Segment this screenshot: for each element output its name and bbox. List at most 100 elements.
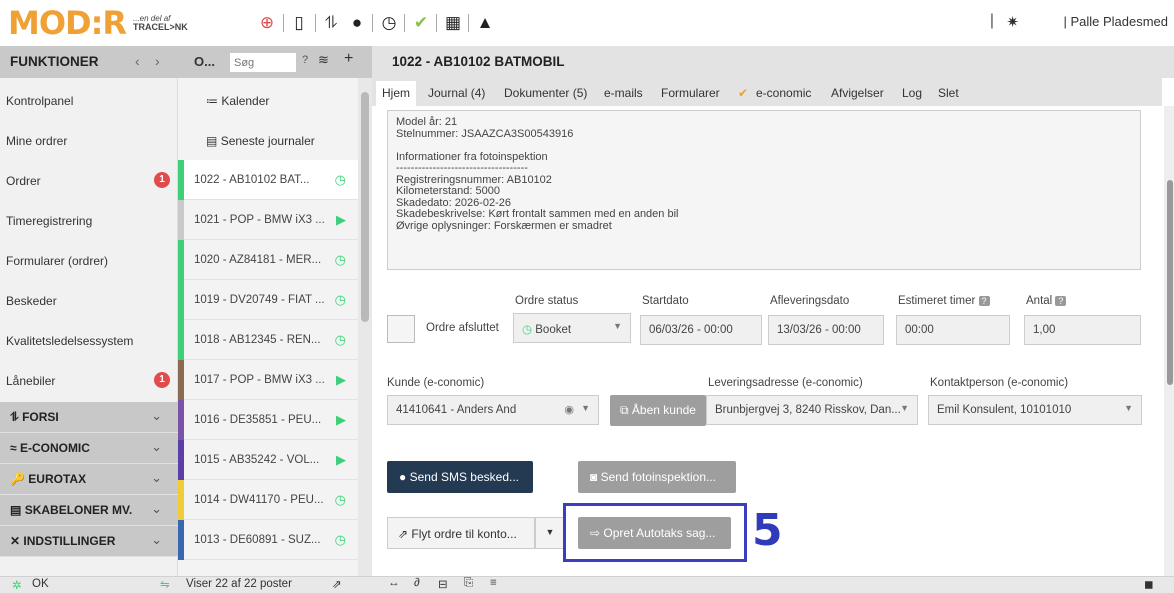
forsi-icon[interactable]: ⥮ (320, 12, 342, 34)
tab-formularer[interactable]: Formularer (661, 86, 720, 100)
gear-icon[interactable]: ✷ (1006, 13, 1019, 31)
order-row[interactable]: 1017 - POP - BMW iX3 ... ▶ (178, 360, 358, 400)
lifebuoy-icon[interactable]: ⊕ (256, 12, 278, 34)
sidebar-item-kvalitet[interactable]: Kvalitetsledelsessystem (0, 320, 178, 360)
estimated-hours-field[interactable]: 00:00 (896, 315, 1010, 345)
warning-icon[interactable]: ▲ (474, 12, 496, 34)
order-row[interactable]: 1020 - AZ84181 - MER... ◷ (178, 240, 358, 280)
keyboard-icon[interactable]: ▦ (442, 12, 464, 34)
sort-icon[interactable]: ⇋ (160, 577, 170, 591)
pdf-icon[interactable]: ⎘ (464, 577, 473, 590)
divider (283, 14, 284, 32)
menu-icon[interactable]: ≡ (490, 577, 497, 589)
layers-icon[interactable]: ≋ (318, 52, 329, 68)
clock-icon: ◷ (334, 292, 346, 307)
sidebar-item-kontrolpanel[interactable]: Kontrolpanel (0, 80, 178, 120)
chevron-down-icon: ⌄ (151, 532, 162, 547)
help-icon[interactable]: ? (1055, 296, 1067, 306)
phone-icon[interactable]: ▯ (288, 12, 310, 34)
sidebar-item-timeregistrering[interactable]: Timeregistrering (0, 200, 178, 240)
order-notes-textarea[interactable]: Model år: 21 Stelnummer: JSAAZCA3S005439… (387, 110, 1141, 270)
timer-icon[interactable]: ◷ (378, 12, 400, 34)
chat-bubble-icon[interactable]: ◼ (1144, 577, 1154, 591)
functions-header: FUNKTIONER ‹ › (0, 46, 178, 78)
economic-icon[interactable]: ✔ (410, 12, 432, 34)
list-item-kalender[interactable]: ≔ Kalender (178, 80, 358, 120)
order-row[interactable]: 1022 - AB10102 BAT... ◷ (178, 160, 358, 200)
order-row-label: 1018 - AB12345 - REN... (194, 334, 321, 346)
sidebar-item-ordrer[interactable]: Ordrer 1 (0, 160, 178, 200)
order-row[interactable]: 1015 - AB35242 - VOL... ▶ (178, 440, 358, 480)
delivery-date-field[interactable]: 13/03/26 - 00:00 (768, 315, 884, 345)
order-finished-label: Ordre afsluttet (426, 322, 499, 334)
order-row[interactable]: 1018 - AB12345 - REN... ◷ (178, 320, 358, 360)
chevron-left-icon[interactable]: ‹ (135, 53, 140, 69)
tab-economic[interactable]: e-conomic (756, 86, 811, 100)
tab-slet[interactable]: Slet (938, 86, 959, 100)
arrows-icon[interactable]: ↔ (388, 577, 400, 589)
send-sms-button[interactable]: ● Send SMS besked... (387, 461, 533, 493)
sidebar-item-beskeder[interactable]: Beskeder (0, 280, 178, 320)
economic-icon: ≈ (10, 441, 17, 455)
sidebar-item-formularer[interactable]: Formularer (ordrer) (0, 240, 178, 280)
caret-down-icon: ▼ (900, 403, 909, 413)
main-scroll-thumb[interactable] (1167, 180, 1173, 385)
tab-afvigelser[interactable]: Afvigelser (831, 86, 884, 100)
delivery-address-select[interactable]: Brunbjergvej 3, 8240 Risskov, Dan... ▼ (706, 395, 918, 425)
clock-icon: ◷ (334, 492, 346, 507)
user-name[interactable]: | Palle Pladesmed (1063, 14, 1168, 29)
tab-emails[interactable]: e-mails (604, 86, 643, 100)
add-icon[interactable]: + (344, 50, 353, 68)
sidebar-group-economic[interactable]: ≈ E-CONOMIC ⌄ (0, 433, 178, 464)
sidebar-group-eurotax[interactable]: 🔑 EUROTAX ⌄ (0, 464, 178, 495)
order-row-label: 1013 - DE60891 - SUZ... (194, 534, 321, 546)
print-icon[interactable]: ⊟ (438, 577, 448, 591)
order-finished-checkbox[interactable] (387, 315, 415, 343)
quantity-field[interactable]: 1,00 (1024, 315, 1141, 345)
keyboard-icon: ▤ (206, 134, 218, 148)
tab-log[interactable]: Log (902, 86, 922, 100)
sidebar-item-mine-ordrer[interactable]: Mine ordrer (0, 120, 178, 160)
move-order-dropdown[interactable]: ▼ (535, 517, 565, 549)
chevron-down-icon: ⌄ (151, 408, 162, 423)
order-list-scroll-thumb[interactable] (361, 92, 369, 322)
help-icon[interactable]: ? (302, 54, 308, 66)
move-order-button[interactable]: ⇗ Flyt ordre til konto... (387, 517, 535, 549)
key-icon: 🔑 (10, 472, 25, 486)
sidebar-group-indstillinger[interactable]: ✕ INDSTILLINGER ⌄ (0, 526, 178, 557)
tab-hjem[interactable]: Hjem (376, 81, 417, 106)
order-status-select[interactable]: ◷ Booket ▼ (513, 313, 631, 343)
quantity-label: Antal ? (1026, 295, 1067, 307)
play-icon: ▶ (336, 452, 346, 467)
search-input[interactable] (230, 53, 296, 72)
divider: | (989, 12, 994, 29)
order-row[interactable]: 1019 - DV20749 - FIAT ... ◷ (178, 280, 358, 320)
list-item-journaler[interactable]: ▤ Seneste journaler (178, 120, 358, 160)
open-customer-button[interactable]: ⧉ Åben kunde (610, 395, 706, 426)
sidebar: Kontrolpanel Mine ordrer Ordrer 1 Timereg… (0, 78, 178, 576)
order-row[interactable]: 1016 - DE35851 - PEU... ▶ (178, 400, 358, 440)
order-row[interactable]: 1013 - DE60891 - SUZ... ◷ (178, 520, 358, 560)
help-icon[interactable]: ? (978, 296, 990, 306)
tab-journal[interactable]: Journal (4) (428, 86, 485, 100)
order-row[interactable]: 1014 - DW41170 - PEU... ◷ (178, 480, 358, 520)
eye-icon[interactable]: ◉ (564, 403, 574, 416)
sidebar-item-laanebiler[interactable]: Lånebiler 1 (0, 360, 178, 400)
order-color-bar (178, 280, 184, 320)
tab-dokumenter[interactable]: Dokumenter (5) (504, 86, 587, 100)
contact-person-select[interactable]: Emil Konsulent, 10101010 ▼ (928, 395, 1142, 425)
sidebar-group-skabeloner[interactable]: ▤ SKABELONER MV. ⌄ (0, 495, 178, 526)
chat-icon: ● (399, 470, 407, 484)
order-row[interactable]: 1021 - POP - BMW iX3 ... ▶ (178, 200, 358, 240)
status-text: OK (32, 578, 49, 590)
chat-icon[interactable]: ● (346, 12, 368, 34)
customer-select[interactable]: 41410641 - Anders And ◉ ▼ (387, 395, 599, 425)
sidebar-group-forsi[interactable]: ⥮ FORSI ⌄ (0, 402, 178, 433)
export-icon[interactable]: ⇗ (332, 577, 342, 591)
start-date-field[interactable]: 06/03/26 - 00:00 (640, 315, 762, 345)
link-icon[interactable]: ∂ (414, 577, 420, 589)
chevron-right-icon[interactable]: › (155, 53, 160, 69)
caret-down-icon: ▼ (1124, 403, 1133, 413)
caret-down-icon: ▼ (613, 321, 622, 331)
send-photo-inspection-button[interactable]: ◙ Send fotoinspektion... (578, 461, 736, 493)
